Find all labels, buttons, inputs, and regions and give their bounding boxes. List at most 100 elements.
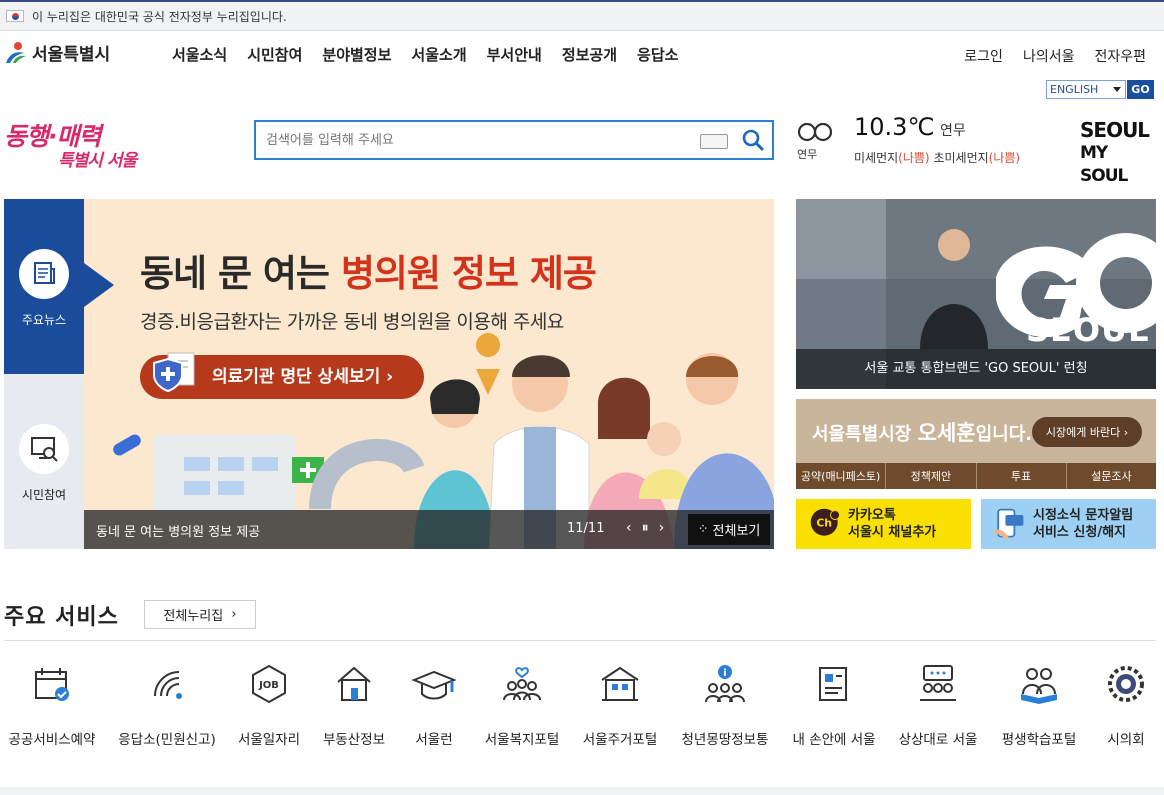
kakao-text: 카카오톡 서울시 채널추가: [848, 507, 936, 541]
service-label: 서울일자리: [237, 732, 301, 748]
nav-item-field-info[interactable]: 분야별정보: [322, 44, 391, 65]
info-people-icon: i: [705, 665, 745, 703]
calendar-check-icon: [35, 668, 69, 701]
sms-alert-button[interactable]: 시정소식 문자알림서비스 신청/해지: [981, 499, 1156, 549]
tab-main-news[interactable]: 주요뉴스: [4, 199, 84, 374]
service-seoul-jobs[interactable]: JOB 서울일자리: [234, 660, 304, 748]
login-link[interactable]: 로그인: [964, 46, 1003, 66]
logo-text: 서울특별시: [32, 45, 111, 65]
banner-view-all-label: 전체보기: [712, 524, 761, 539]
newspaper-icon: [19, 249, 69, 299]
mayor-tab-manifesto[interactable]: 공약(매니페스토): [796, 463, 887, 489]
services-divider: [4, 640, 1156, 641]
nav-item-seoul-news[interactable]: 서울소식: [172, 44, 227, 65]
people-heart-icon: [503, 667, 541, 701]
nav-item-citizen-participation[interactable]: 시민참여: [247, 44, 302, 65]
gov-notice-text: 이 누리집은 대한민국 공식 전자정부 누리집입니다.: [32, 9, 287, 24]
service-imagine-seoul[interactable]: 상상대로 서울: [894, 660, 982, 748]
tab-citizen-participation[interactable]: 시민참여: [4, 374, 84, 549]
kakao-channel-button[interactable]: Ch 카카오톡 서울시 채널추가: [796, 499, 971, 549]
main-banner[interactable]: 동네 문 여는 병의원 정보 제공 경증.비응급환자는 가까운 동네 병의원을 …: [84, 199, 774, 549]
haze-weather-icon: [797, 122, 833, 142]
service-label: 내 손안에 서울: [792, 732, 876, 748]
service-label: 서울복지포털: [484, 732, 560, 748]
mayor-title-a: 서울특별시장: [812, 424, 918, 445]
service-label: 서울런: [415, 732, 453, 748]
language-selected: ENGLISH: [1050, 83, 1099, 96]
seoul-logo-icon: [6, 41, 26, 63]
document-tablet-icon: [819, 667, 847, 701]
sms-line1: 시정소식 문자알림: [1033, 508, 1134, 523]
sms-line2: 서비스 신청/해지: [1033, 525, 1126, 540]
discussion-icon: [920, 665, 956, 701]
banner-control-bar: 동네 문 여는 병의원 정보 제공 11/11 ‹⏸› ⁘ 전체보기: [84, 510, 774, 549]
service-seoul-learn[interactable]: 서울런: [408, 660, 460, 748]
svg-text:JOB: JOB: [258, 680, 279, 691]
service-label: 시의회: [1107, 732, 1145, 748]
svg-text:i: i: [723, 668, 726, 679]
service-city-council[interactable]: 시의회: [1098, 660, 1154, 748]
fine-dust-value: (나쁨): [898, 151, 930, 165]
service-label: 청년몽땅정보통: [681, 732, 769, 748]
pause-icon[interactable]: ⏸: [642, 520, 659, 536]
slogan-line2: 특별시 서울: [58, 151, 137, 171]
seoul-logo[interactable]: 서울특별시: [4, 40, 110, 65]
service-eungdapso[interactable]: 응답소(민원신고): [114, 660, 220, 748]
banner-controls: ‹⏸›: [626, 520, 674, 536]
graduation-cap-icon: [411, 670, 457, 700]
language-go-button[interactable]: GO: [1127, 80, 1154, 99]
nav-item-about-seoul[interactable]: 서울소개: [411, 44, 466, 65]
ultrafine-dust-value: (나쁨): [988, 151, 1021, 165]
service-lifelong-learning[interactable]: 평생학습포털: [996, 660, 1082, 748]
service-label: 공공서비스예약: [8, 732, 96, 748]
all-sites-button[interactable]: 전체누리집 ›: [144, 600, 256, 629]
mayor-tab-vote[interactable]: 투표: [976, 463, 1067, 489]
utility-menu: 로그인 나의서울 전자우편: [964, 46, 1146, 66]
nav-item-info-disclosure[interactable]: 정보공개: [562, 44, 617, 65]
mayor-name: 오세훈: [917, 421, 976, 445]
seoul-my-soul-logo[interactable]: SEOUL MY SOUL: [1080, 119, 1156, 187]
sms-text: 시정소식 문자알림서비스 신청/해지: [1033, 507, 1133, 541]
next-icon[interactable]: ›: [659, 520, 675, 536]
service-seoul-in-my-hand[interactable]: 내 손안에 서울: [788, 660, 880, 748]
job-badge-icon: JOB: [252, 664, 286, 704]
mayor-card: 서울특별시장 오세훈입니다. 시장에게 바란다 › 공약(매니페스토) 정책제안…: [796, 399, 1156, 489]
banner-view-all-button[interactable]: ⁘ 전체보기: [688, 514, 770, 545]
page-bottom-strip: [0, 787, 1164, 795]
active-tab-arrow: [84, 263, 114, 307]
email-link[interactable]: 전자우편: [1094, 46, 1146, 66]
search-input[interactable]: [266, 130, 686, 150]
nav-item-eungdapso[interactable]: 응답소: [637, 44, 678, 65]
service-label: 서울주거포털: [582, 732, 658, 748]
slogan-logo[interactable]: 동행·매력 특별시 서울: [4, 117, 144, 173]
news-caption: 서울 교통 통합브랜드 'GO SEOUL' 런칭: [796, 349, 1156, 389]
search-icon[interactable]: [742, 129, 764, 151]
mayor-tab-policy[interactable]: 정책제안: [886, 463, 977, 489]
prev-icon[interactable]: ‹: [626, 520, 642, 536]
banner-caption: 동네 문 여는 병의원 정보 제공: [96, 525, 261, 540]
banner-tabs: 주요뉴스 시민참여: [4, 199, 84, 549]
service-real-estate[interactable]: 부동산정보: [318, 660, 390, 748]
korea-flag-icon: [6, 10, 24, 22]
service-label: 평생학습포털: [1001, 732, 1077, 748]
tab-main-news-label: 주요뉴스: [21, 313, 67, 327]
banner-counter: 11/11: [567, 521, 605, 536]
service-youth-info[interactable]: i 청년몽땅정보통: [676, 660, 774, 748]
service-public-reservation[interactable]: 공공서비스예약: [4, 660, 100, 748]
kakao-line1: 카카오톡: [848, 508, 896, 523]
gov-notice-bar: 이 누리집은 대한민국 공식 전자정부 누리집입니다.: [0, 0, 1164, 31]
service-label: 응답소(민원신고): [118, 732, 216, 748]
service-housing-portal[interactable]: 서울주거포털: [578, 660, 662, 748]
monitor-search-icon: [19, 424, 69, 474]
service-welfare-portal[interactable]: 서울복지포털: [480, 660, 564, 748]
nav-item-departments[interactable]: 부서안내: [487, 44, 542, 65]
my-seoul-link[interactable]: 나의서울: [1023, 46, 1075, 66]
news-card[interactable]: GO SEOUL 서울 교통 통합브랜드 'GO SEOUL' 런칭: [796, 199, 1156, 389]
council-emblem-icon: [1108, 666, 1144, 702]
mayor-title: 서울특별시장 오세훈입니다.: [812, 417, 1032, 447]
mayor-tab-survey[interactable]: 설문조사: [1066, 463, 1156, 489]
mayor-request-button[interactable]: 시장에게 바란다 ›: [1032, 417, 1142, 447]
virtual-keyboard-icon[interactable]: [700, 134, 728, 149]
language-select[interactable]: ENGLISH: [1046, 80, 1126, 99]
grid-icon: ⁘: [697, 522, 709, 537]
